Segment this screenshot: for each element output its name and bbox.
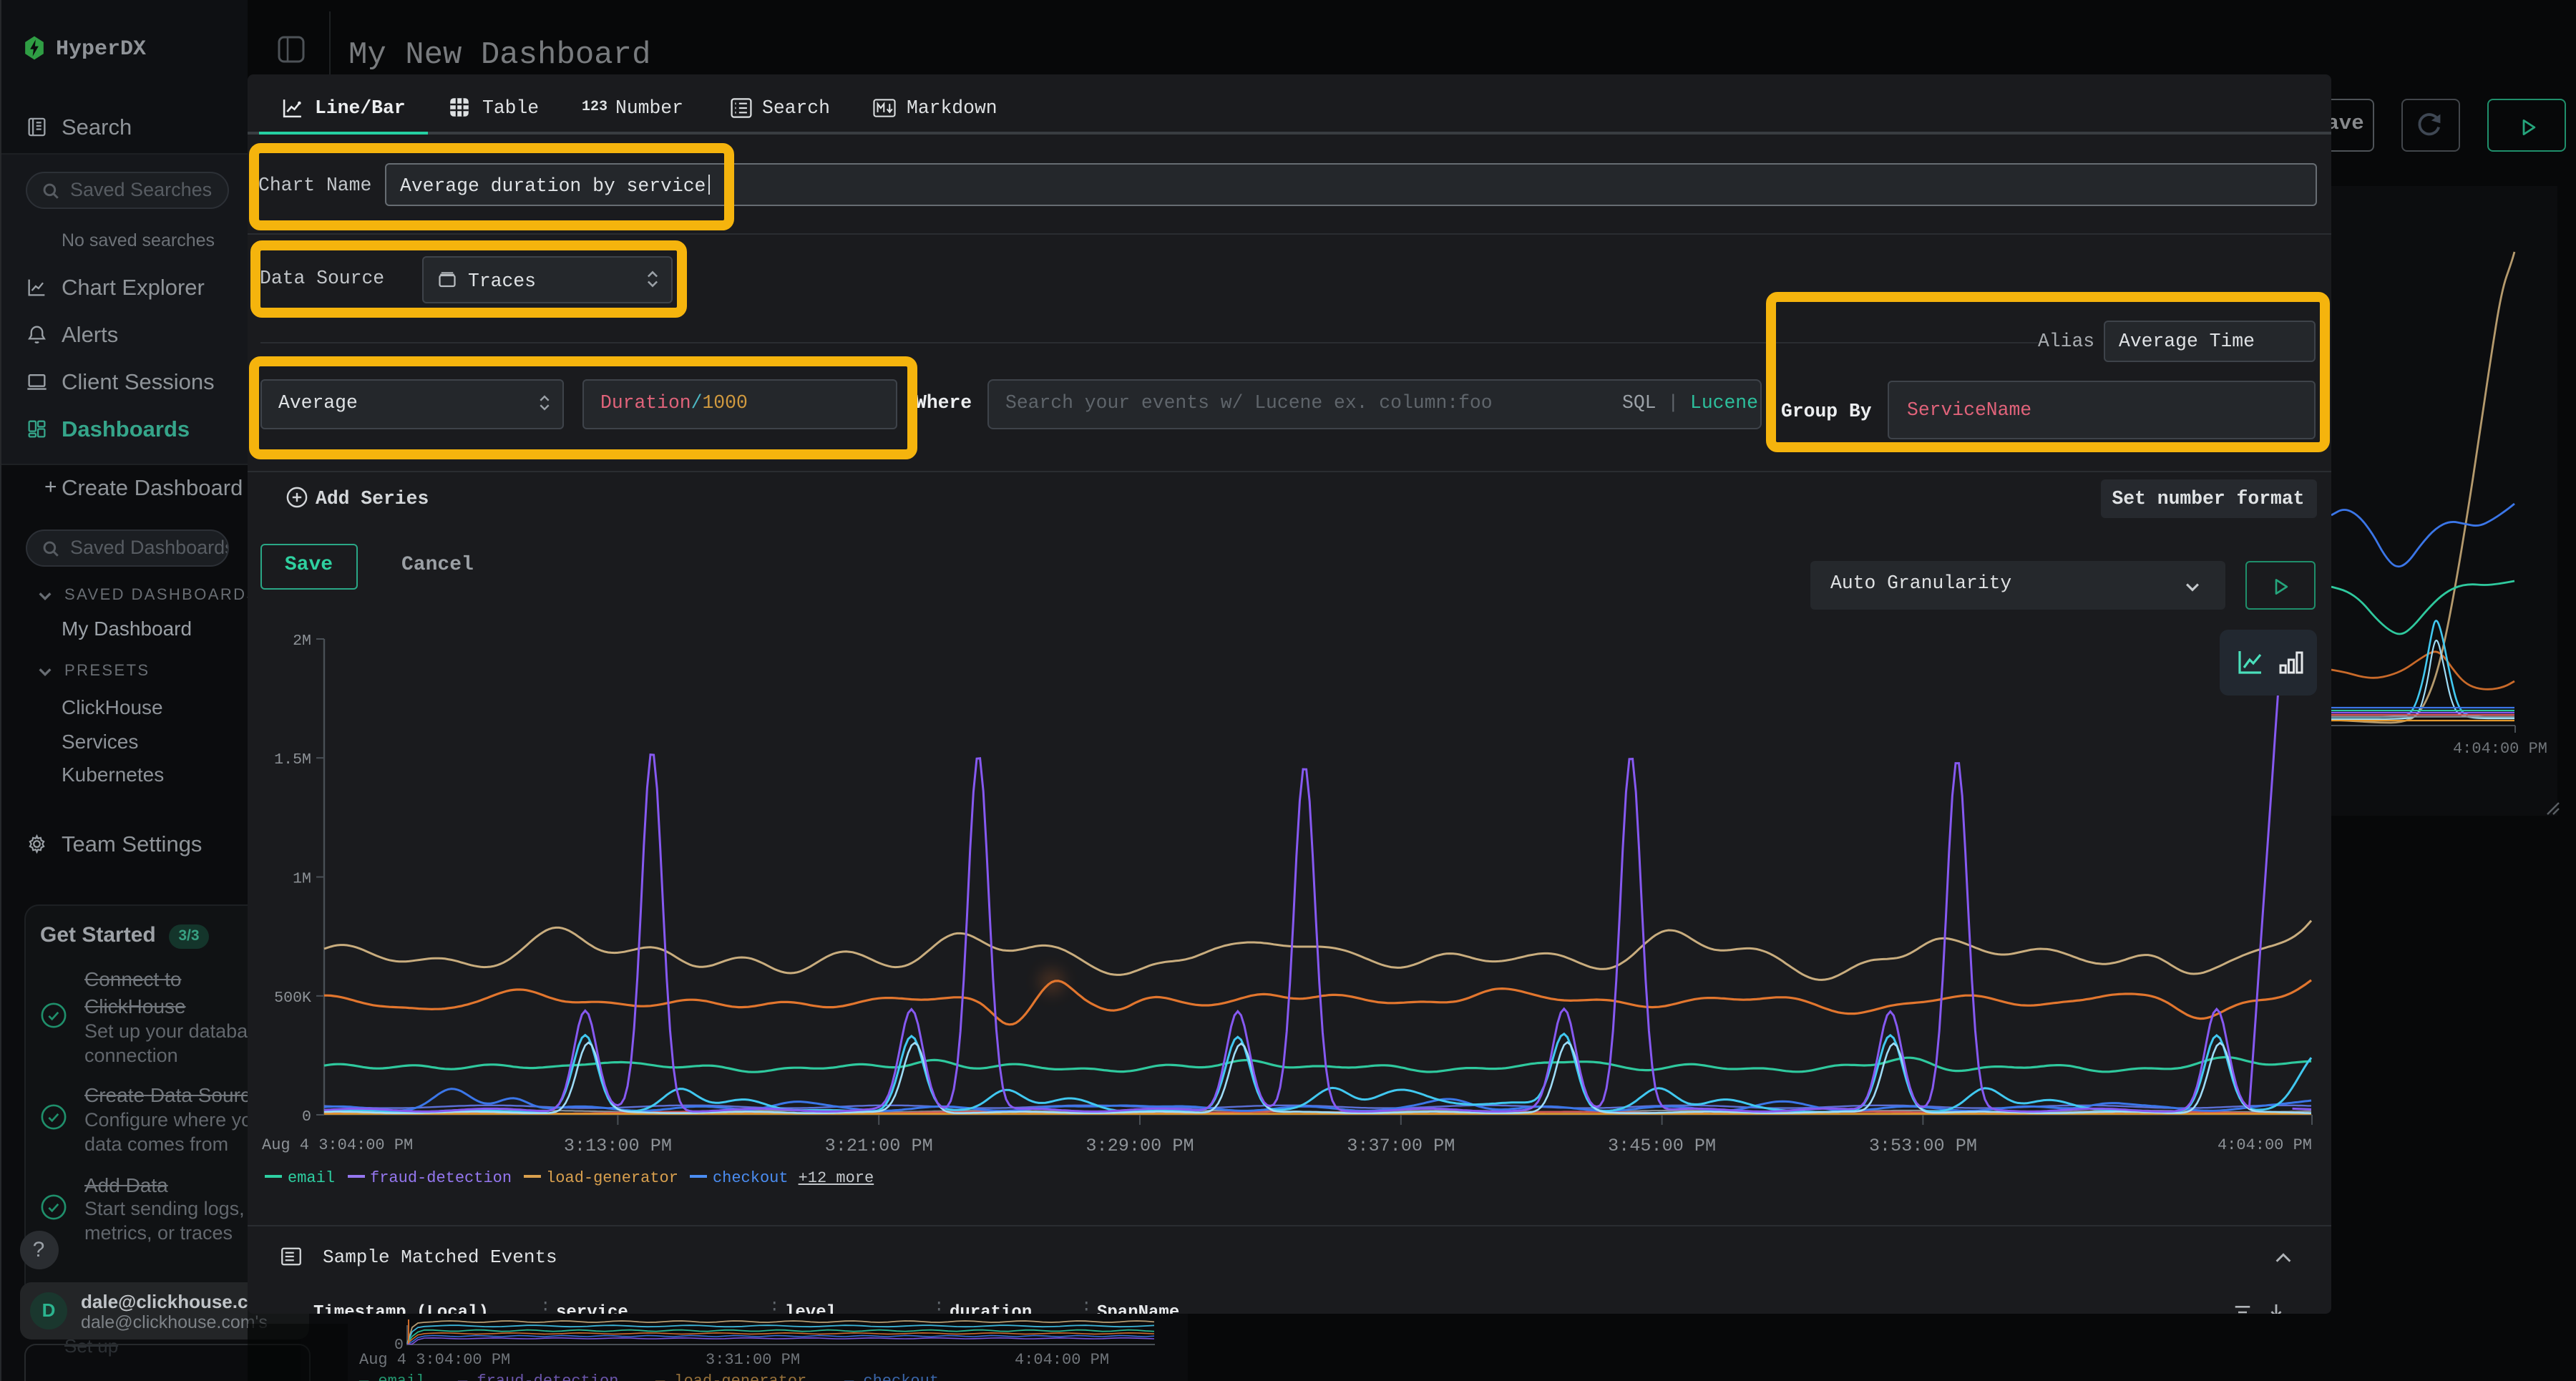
svg-text:3:29:00 PM: 3:29:00 PM — [1085, 1136, 1193, 1156]
svg-text:3:53:00 PM: 3:53:00 PM — [1868, 1136, 1976, 1156]
svg-text:3:45:00 PM: 3:45:00 PM — [1607, 1136, 1715, 1156]
svg-text:3:13:00 PM: 3:13:00 PM — [563, 1136, 671, 1156]
svg-text:500K: 500K — [273, 990, 311, 1007]
svg-text:0: 0 — [301, 1108, 311, 1126]
svg-text:— email: — email — [358, 1372, 425, 1380]
svg-text:3:31:00 PM: 3:31:00 PM — [706, 1350, 800, 1368]
svg-text:3:37:00 PM: 3:37:00 PM — [1346, 1136, 1454, 1156]
svg-text:1M: 1M — [292, 871, 311, 888]
svg-text:— checkout: — checkout — [844, 1372, 939, 1380]
svg-text:4:04:00 PM: 4:04:00 PM — [2453, 740, 2547, 758]
svg-text:1.5M: 1.5M — [273, 751, 311, 768]
svg-text:— load-generator: — load-generator — [655, 1372, 806, 1380]
svg-text:2M: 2M — [292, 633, 311, 650]
svg-text:— fraud-detection: — fraud-detection — [457, 1372, 618, 1380]
svg-text:3:21:00 PM: 3:21:00 PM — [824, 1136, 932, 1156]
svg-text:4:04:00 PM: 4:04:00 PM — [1015, 1350, 1109, 1368]
svg-text:Aug 4 3:04:00 PM: Aug 4 3:04:00 PM — [261, 1136, 412, 1154]
svg-text:Aug 4 3:04:00 PM: Aug 4 3:04:00 PM — [359, 1350, 510, 1368]
svg-text:4:04:00 PM: 4:04:00 PM — [2217, 1136, 2311, 1154]
